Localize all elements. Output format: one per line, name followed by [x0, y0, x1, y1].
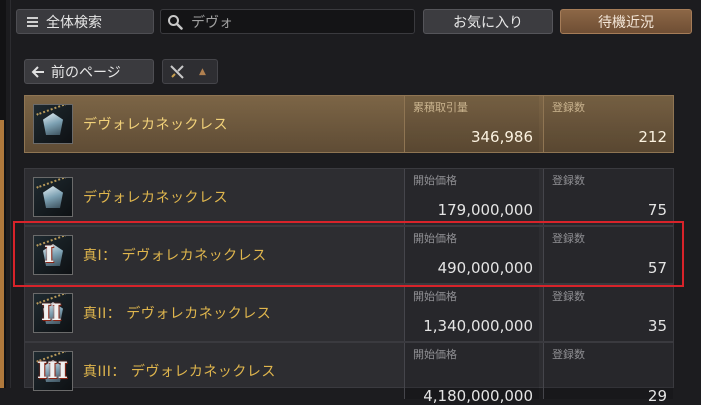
start-price-label: 開始価格 — [413, 348, 457, 361]
search-input-value: デヴォ — [191, 14, 233, 31]
waiting-status-label: 待機近況 — [598, 14, 654, 31]
necklace-icon: II — [33, 293, 73, 333]
sort-toggle[interactable]: ▲ — [162, 59, 218, 84]
start-price-label: 開始価格 — [413, 290, 457, 303]
registered-count-label: 登録数 — [552, 290, 585, 303]
search-icon — [168, 14, 183, 30]
item-name: デヴォレカネックレス — [83, 190, 228, 206]
registered-count-value: 35 — [647, 317, 667, 335]
registered-count-label: 登録数 — [552, 348, 585, 361]
registered-count-cell: 登録数 29 — [543, 343, 673, 405]
registered-count-cell: 登録数 212 — [543, 96, 673, 152]
necklace-icon: III — [33, 351, 73, 391]
favorites-label: お気に入り — [453, 14, 523, 31]
item-name: 真II： デヴォレカネックレス — [83, 306, 272, 322]
registered-count-value: 212 — [638, 128, 667, 146]
panel-divider — [10, 0, 11, 388]
search-all-label: 全体検索 — [46, 14, 102, 31]
registered-count-label: 登録数 — [552, 174, 585, 187]
registered-count-value: 29 — [647, 387, 667, 405]
crossed-swords-icon — [170, 64, 184, 79]
waiting-status-button[interactable]: 待機近況 — [560, 9, 692, 34]
arrow-left-icon — [31, 65, 44, 78]
category-name: デヴォレカネックレス — [83, 117, 228, 133]
sort-arrow-icon: ▲ — [199, 66, 206, 77]
start-price-label: 開始価格 — [413, 174, 457, 187]
search-all-button[interactable]: 全体検索 — [16, 9, 154, 34]
category-summary-row[interactable]: デヴォレカネックレス 累積取引量 346,986 登録数 212 — [24, 95, 674, 153]
start-price-cell: 開始価格 1,340,000,000 — [404, 285, 539, 341]
necklace-icon — [33, 104, 73, 144]
registered-count-cell: 登録数 35 — [543, 285, 673, 341]
list-icon — [27, 15, 38, 29]
previous-page-label: 前のページ — [51, 64, 121, 81]
tier-badge: III — [37, 358, 68, 384]
list-item[interactable]: II 真II： デヴォレカネックレス 開始価格 1,340,000,000 登録… — [24, 284, 674, 342]
total-volume-cell: 累積取引量 346,986 — [404, 96, 539, 152]
selection-highlight-frame — [13, 221, 684, 287]
left-accent-bar — [0, 120, 4, 388]
list-item[interactable]: III 真III： デヴォレカネックレス 開始価格 4,180,000,000 … — [24, 342, 674, 405]
total-volume-value: 346,986 — [470, 128, 533, 146]
total-volume-label: 累積取引量 — [413, 101, 468, 114]
registered-count-label: 登録数 — [552, 101, 585, 114]
registered-count-cell: 登録数 75 — [543, 169, 673, 225]
list-item[interactable]: デヴォレカネックレス 開始価格 179,000,000 登録数 75 — [24, 168, 674, 226]
start-price-value: 4,180,000,000 — [423, 387, 533, 405]
start-price-value: 179,000,000 — [437, 201, 533, 219]
previous-page-button[interactable]: 前のページ — [24, 59, 154, 84]
registered-count-value: 75 — [647, 201, 667, 219]
necklace-icon — [33, 177, 73, 217]
favorites-button[interactable]: お気に入り — [423, 9, 553, 34]
left-strip — [0, 0, 6, 388]
start-price-value: 1,340,000,000 — [423, 317, 533, 335]
tier-badge: II — [41, 300, 62, 326]
item-name: 真III： デヴォレカネックレス — [83, 364, 276, 380]
start-price-cell: 開始価格 4,180,000,000 — [404, 343, 539, 405]
start-price-cell: 開始価格 179,000,000 — [404, 169, 539, 225]
search-input[interactable]: デヴォ — [160, 9, 415, 34]
